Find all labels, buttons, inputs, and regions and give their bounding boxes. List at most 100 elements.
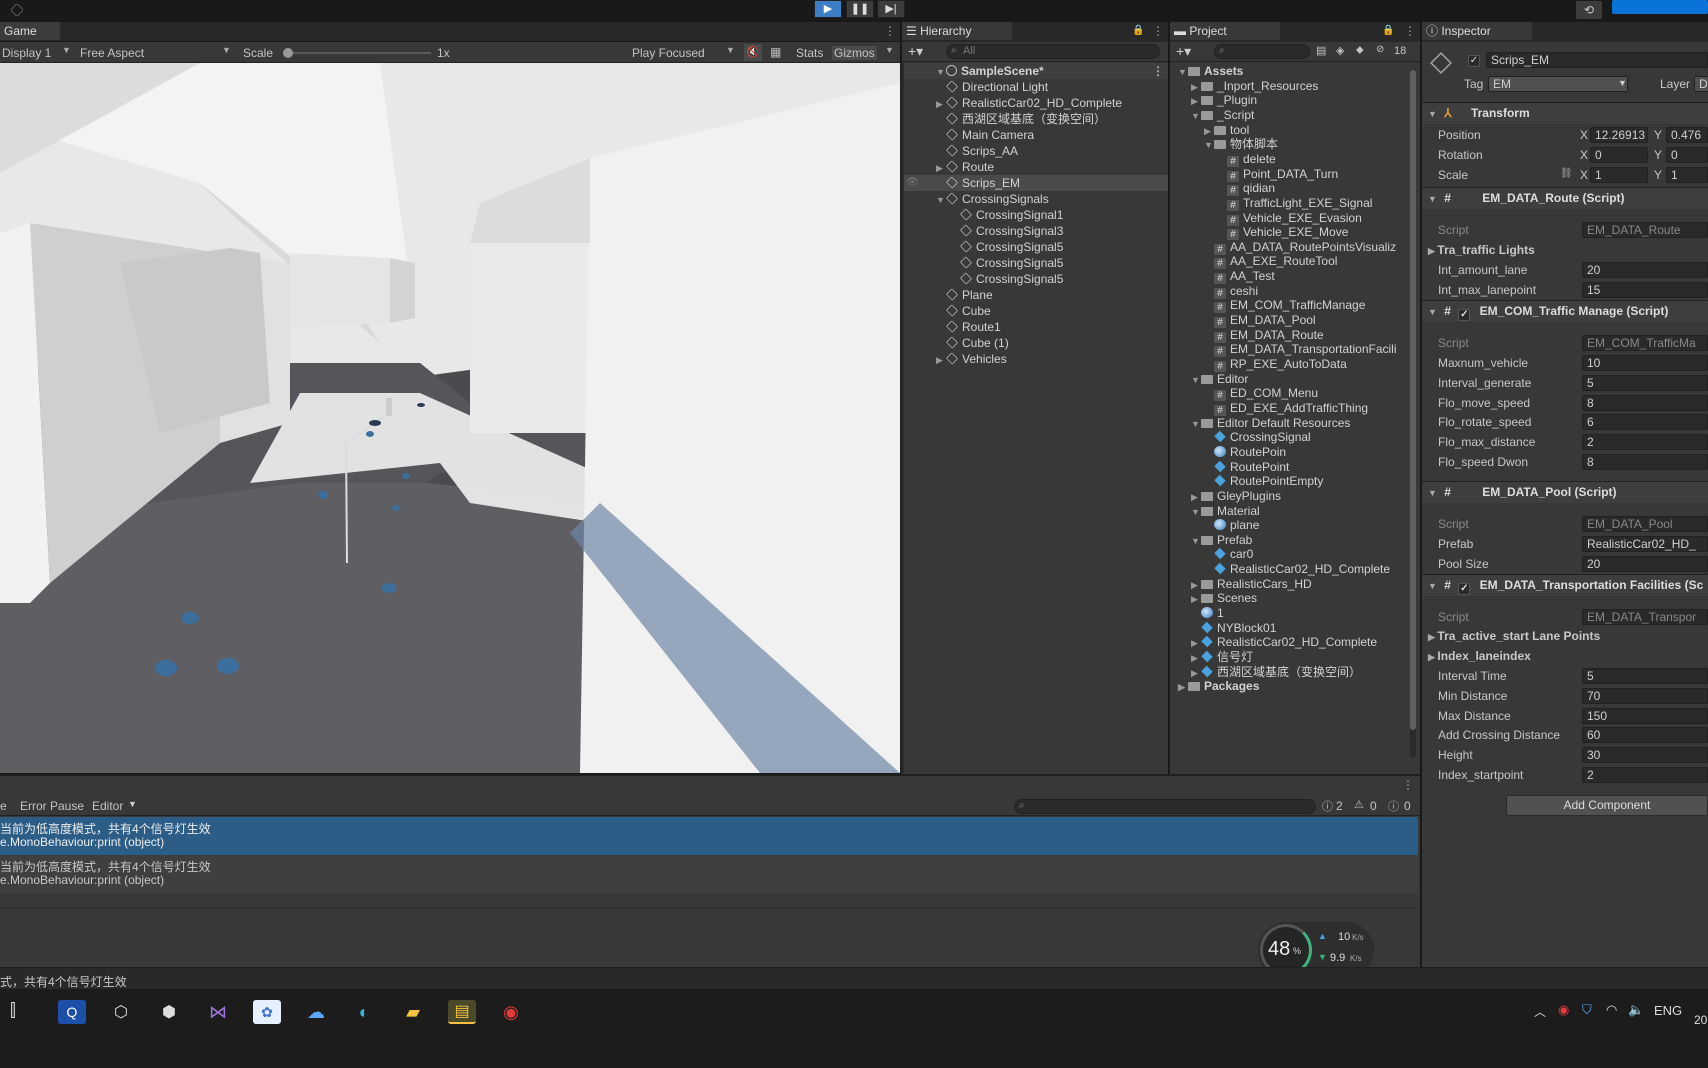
screen-recorder-icon[interactable]: ◉	[497, 1000, 525, 1024]
project-item[interactable]: # AA_Test	[1170, 268, 1410, 285]
chevron-right-icon[interactable]: ▶	[936, 160, 946, 176]
scale-slider[interactable]	[283, 48, 431, 58]
hierarchy-item[interactable]: Scrips_EM 👁	[902, 175, 1168, 191]
unity-hub-icon[interactable]: ⬡	[107, 1000, 135, 1024]
chevron-right-icon[interactable]: ▶	[936, 352, 946, 368]
pause-button[interactable]: ❚❚	[846, 0, 874, 18]
search-by-type-icon[interactable]: ▤	[1316, 44, 1326, 57]
project-item[interactable]: # EM_DATA_Pool	[1170, 312, 1410, 329]
hierarchy-item[interactable]: Scrips_AA	[902, 143, 1168, 159]
unity-editor-icon[interactable]: ⬢	[155, 1000, 183, 1024]
hierarchy-item[interactable]: Cube (1)	[902, 335, 1168, 351]
notes-app-icon[interactable]: ▤	[448, 1000, 476, 1024]
project-item[interactable]: # qidian	[1170, 180, 1410, 197]
field-value[interactable]: 5	[1582, 374, 1708, 391]
hierarchy-item[interactable]: CrossingSignal5	[902, 255, 1168, 271]
field-value[interactable]: 5	[1582, 668, 1708, 684]
pool-component-header[interactable]: ▼ # EM_DATA_Pool (Script)	[1422, 481, 1708, 503]
project-item[interactable]: ▼ Material	[1170, 503, 1410, 519]
more-menu-icon[interactable]: ⋮	[1402, 778, 1414, 792]
project-item[interactable]: ▶ Scenes	[1170, 590, 1410, 606]
project-item[interactable]: ▶ GleyPlugins	[1170, 488, 1410, 504]
hierarchy-item[interactable]: Main Camera	[902, 127, 1168, 143]
add-object-button[interactable]: +▾	[908, 43, 923, 60]
hierarchy-item[interactable]: ▶ Vehicles	[902, 351, 1168, 367]
max-lanepoint-field[interactable]: 15	[1582, 282, 1708, 298]
facilities-enabled-checkbox[interactable]: ✓	[1458, 583, 1471, 595]
lock-icon[interactable]: 🔒	[1382, 25, 1394, 36]
hierarchy-item[interactable]: CrossingSignal1	[902, 207, 1168, 223]
field-value[interactable]: 60	[1582, 727, 1708, 744]
object-name-field[interactable]: Scrips_EM	[1486, 52, 1708, 68]
visual-studio-icon[interactable]: ⋈	[204, 1000, 232, 1024]
more-menu-icon[interactable]: ⋮	[1152, 63, 1164, 79]
more-menu-icon[interactable]: ⋮	[1404, 24, 1416, 38]
chevron-up-icon[interactable]: ︿	[1534, 1003, 1546, 1020]
field-value[interactable]: 10	[1582, 355, 1708, 371]
scale-slider-handle[interactable]	[283, 48, 293, 58]
wifi-icon[interactable]: ◠	[1606, 1002, 1617, 1018]
project-item[interactable]: ▼ _Script	[1170, 107, 1410, 123]
traffic-lights-foldout[interactable]: ▶ Tra_traffic Lights	[1428, 243, 1535, 257]
lane-points-foldout[interactable]: ▶ Tra_active_start Lane Points	[1428, 629, 1600, 643]
info-count-icon[interactable]: ⓘ	[1322, 798, 1333, 814]
rotation-x-field[interactable]: 0	[1590, 147, 1648, 163]
transform-header[interactable]: ▼ ⅄ Transform	[1422, 102, 1708, 124]
cloud-drive-icon[interactable]: ☁	[302, 1000, 330, 1024]
more-menu-icon[interactable]: ⋮	[1152, 24, 1164, 38]
tab-project[interactable]: ▬ Project	[1170, 22, 1280, 40]
project-item[interactable]: # Vehicle_EXE_Move	[1170, 224, 1410, 241]
edge-browser-icon[interactable]: ◐	[350, 1000, 378, 1024]
project-item[interactable]: ▼ 物体脚本	[1170, 136, 1410, 152]
hierarchy-item[interactable]: ▶ RealisticCar02_HD_Complete	[902, 95, 1168, 111]
clear-button[interactable]: e	[0, 799, 7, 813]
project-item[interactable]: # RP_EXE_AutoToData	[1170, 356, 1410, 372]
language-indicator[interactable]: ENG	[1654, 1003, 1682, 1018]
stats-button[interactable]: Stats	[796, 46, 823, 60]
tab-inspector[interactable]: ⓘ Inspector	[1422, 22, 1532, 40]
project-item[interactable]: RoutePoint	[1170, 459, 1410, 475]
cloud-account-button[interactable]	[1612, 0, 1708, 14]
project-item[interactable]: # ED_COM_Menu	[1170, 385, 1410, 402]
more-menu-icon[interactable]: ⋮	[884, 24, 896, 38]
field-value[interactable]: 30	[1582, 747, 1708, 764]
step-button[interactable]: ▶|	[877, 0, 905, 18]
project-item[interactable]: plane	[1170, 517, 1410, 533]
project-item[interactable]: RealisticCar02_HD_Complete	[1170, 561, 1410, 577]
amount-lane-field[interactable]: 20	[1582, 262, 1708, 278]
hierarchy-item[interactable]: CrossingSignal3	[902, 223, 1168, 239]
tab-game[interactable]: Game	[0, 22, 60, 40]
hierarchy-item[interactable]: Route1	[902, 319, 1168, 335]
field-value[interactable]: 8	[1582, 454, 1708, 470]
project-item[interactable]: # AA_DATA_RoutePointsVisualiz	[1170, 239, 1410, 255]
field-value[interactable]: 2	[1582, 434, 1708, 451]
hierarchy-item[interactable]: ▶ Route	[902, 159, 1168, 175]
chevron-right-icon[interactable]: ▶	[1178, 679, 1188, 695]
hidden-count-icon[interactable]: ⊘	[1376, 44, 1384, 55]
traffic-enabled-checkbox[interactable]: ✓	[1458, 309, 1471, 321]
status-message[interactable]: 式，共有4个信号灯生效	[0, 973, 127, 990]
project-search-input[interactable]: ⌕	[1214, 44, 1310, 59]
prefab-field[interactable]: RealisticCar02_HD_	[1582, 536, 1708, 552]
hierarchy-scene-row[interactable]: ▼ SampleScene* ⋮	[902, 63, 1168, 79]
field-value[interactable]: 6	[1582, 414, 1708, 431]
project-item[interactable]: # ceshi	[1170, 283, 1410, 299]
position-y-field[interactable]: 0.476	[1666, 127, 1708, 143]
clock[interactable]: 20	[1694, 1013, 1707, 1027]
scale-x-field[interactable]: 1	[1590, 167, 1648, 183]
console-search-input[interactable]: ⌕	[1014, 799, 1316, 814]
add-component-button[interactable]: Add Component	[1506, 795, 1708, 816]
error-pause-button[interactable]: Error Pause	[20, 799, 84, 813]
project-scrollbar[interactable]	[1410, 70, 1416, 758]
field-value[interactable]: 8	[1582, 394, 1708, 411]
tag-icon[interactable]: ⬥	[1356, 44, 1364, 57]
hierarchy-item[interactable]: ▼ CrossingSignals	[902, 191, 1168, 207]
active-checkbox[interactable]: ✓	[1468, 55, 1480, 67]
file-explorer-icon[interactable]: ▰	[399, 1000, 427, 1024]
field-value[interactable]: 150	[1582, 707, 1708, 724]
grid-icon[interactable]: ▦	[770, 45, 781, 59]
search-by-label-icon[interactable]: ◈	[1336, 44, 1344, 57]
aspect-select[interactable]: Free Aspect	[80, 46, 144, 60]
chevron-down-icon[interactable]: ▼	[936, 192, 946, 208]
play-mode-select[interactable]: Play Focused	[632, 46, 705, 60]
